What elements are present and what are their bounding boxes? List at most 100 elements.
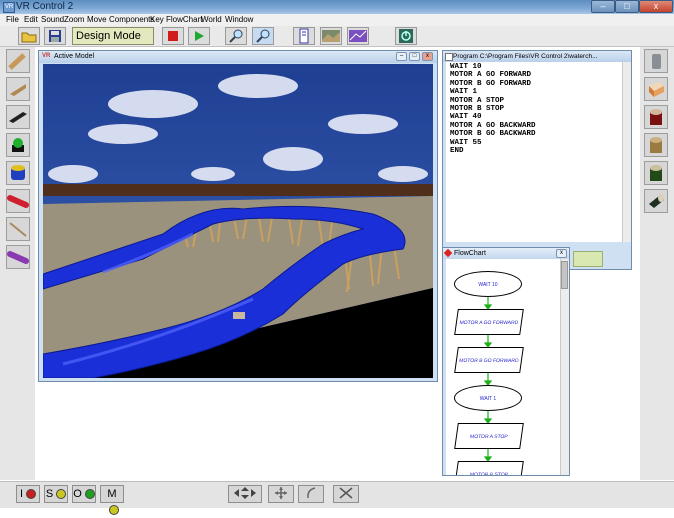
open-button[interactable] [18,27,40,45]
landscape-view-icon [322,30,340,42]
palette-purple-rod[interactable] [6,245,30,269]
delete-button[interactable] [333,485,359,503]
program-window-icon [445,53,453,61]
menu-flowchart[interactable]: FlowChart [166,14,202,26]
palette-wood-cylinder[interactable] [6,49,30,73]
flowchart-node-motor[interactable]: MOTOR B STOP [454,461,524,475]
program-line: END [450,147,464,156]
chart-view-icon [349,30,367,42]
palette-dark-roller[interactable] [644,189,668,213]
flowchart-node-wait[interactable]: WAIT 10 [454,271,522,297]
blue-cylinder-icon [11,165,25,180]
zoom-out-icon [256,29,270,43]
yellow-dot-icon [56,489,67,500]
flowchart-scroll-thumb[interactable] [561,261,568,289]
palette-thin-stick[interactable] [6,217,30,241]
pan-button[interactable] [268,485,294,503]
flowchart-node-motor[interactable]: MOTOR B GO FORWARD [454,347,524,373]
mode-i-button[interactable]: I [16,485,40,503]
program-line: MOTOR A GO BACKWARD [450,121,536,130]
menu-file[interactable]: File [6,14,19,26]
zoom-out-button[interactable] [252,27,274,45]
palette-wedge[interactable] [6,77,30,101]
grey-cylinder-icon [652,54,661,69]
palette-tan-cube[interactable] [644,77,668,101]
flowchart-window: FlowChart x WAIT 10 MOTOR A GO FORWARD M… [442,247,570,476]
menu-world[interactable]: World [201,14,222,26]
palette-wood-block[interactable] [644,133,668,157]
flowchart-window-title: FlowChart [454,250,486,257]
folder-icon [21,32,37,43]
play-button[interactable] [188,27,210,45]
flat-board-icon [9,112,27,123]
menu-window[interactable]: Window [225,14,253,26]
flowchart-close-button[interactable]: x [556,249,567,258]
active-model-window: VR Active Model – □ x [38,50,438,382]
menu-components[interactable]: Components [109,14,154,26]
program-window-header[interactable]: Program C:\Program Files\VR Control 2\wa… [443,51,631,62]
flowchart-window-header[interactable]: FlowChart x [443,248,569,259]
model-close-button[interactable]: x [422,52,433,61]
menu-zoom[interactable]: Zoom [64,14,84,26]
red-cylinder-icon [650,109,662,125]
menu-edit[interactable]: Edit [24,14,38,26]
program-view-button[interactable] [293,27,315,45]
palette-blue-cylinder[interactable] [6,161,30,185]
rotate-button[interactable] [298,485,324,503]
minimize-button[interactable]: – [591,0,615,13]
flowchart-canvas[interactable]: WAIT 10 MOTOR A GO FORWARD MOTOR B GO FO… [446,259,560,475]
green-dot-icon [84,489,95,500]
mode-m-button[interactable]: M [100,485,124,516]
zoom-in-button[interactable] [225,27,247,45]
left-component-palette [0,47,35,480]
app-icon: VR [3,2,15,13]
flowchart-scrollbar[interactable] [560,259,569,475]
move-button[interactable] [228,485,262,503]
model-window-title: Active Model [54,53,95,60]
palette-red-cylinder[interactable] [644,105,668,129]
chart-view-button[interactable] [347,27,369,45]
program-line: WAIT 40 [450,113,482,122]
palette-red-rod[interactable] [6,189,30,213]
save-button[interactable] [44,27,66,45]
model-window-icon: VR [42,53,51,59]
palette-green-button[interactable] [6,133,30,157]
flowchart-node-motor[interactable]: MOTOR A STOP [454,423,524,449]
maximize-button[interactable]: □ [615,0,639,13]
program-listing[interactable]: WAIT 10 MOTOR A GO FORWARD MOTOR B GO FO… [446,62,622,242]
menu-sound[interactable]: Sound [41,14,64,26]
dark-roller-icon [649,194,664,208]
3d-scene-viewport[interactable] [43,64,433,378]
mode-display: Design Mode [72,27,154,45]
thin-stick-icon [9,222,27,237]
program-line: WAIT 55 [450,138,482,147]
program-window: Program C:\Program Files\VR Control 2\wa… [442,50,632,270]
floppy-icon [49,30,61,42]
model-window-header[interactable]: VR Active Model – □ x [39,51,437,63]
menu-key[interactable]: Key [150,14,164,26]
model-minimize-button[interactable]: – [396,52,407,61]
program-panel-button[interactable] [573,251,603,267]
mode-s-button[interactable]: S [44,485,68,503]
flowchart-node-motor[interactable]: MOTOR A GO FORWARD [454,309,524,335]
palette-green-cylinder[interactable] [644,161,668,185]
program-scrollbar[interactable] [622,62,631,242]
zoom-in-icon [229,29,243,43]
title-bar: VR VR Control 2 – □ x [0,0,674,14]
boat-model[interactable] [233,312,245,319]
mode-m-label: M [107,488,117,500]
stop-button[interactable] [162,27,184,45]
menu-move[interactable]: Move [87,14,107,26]
palette-flat-board[interactable] [6,105,30,129]
rotate-icon [307,487,316,499]
mode-o-button[interactable]: O [72,485,96,503]
exit-button[interactable] [395,27,417,45]
close-button[interactable]: x [639,0,673,13]
program-line: MOTOR A GO FORWARD [450,71,532,80]
flowchart-node-wait[interactable]: WAIT 1 [454,385,522,411]
model-maximize-button[interactable]: □ [409,52,420,61]
palette-grey-cylinder[interactable] [644,49,668,73]
program-line: WAIT 1 [450,88,478,97]
landscape-view-button[interactable] [320,27,342,45]
flowchart-window-icon [443,248,453,258]
